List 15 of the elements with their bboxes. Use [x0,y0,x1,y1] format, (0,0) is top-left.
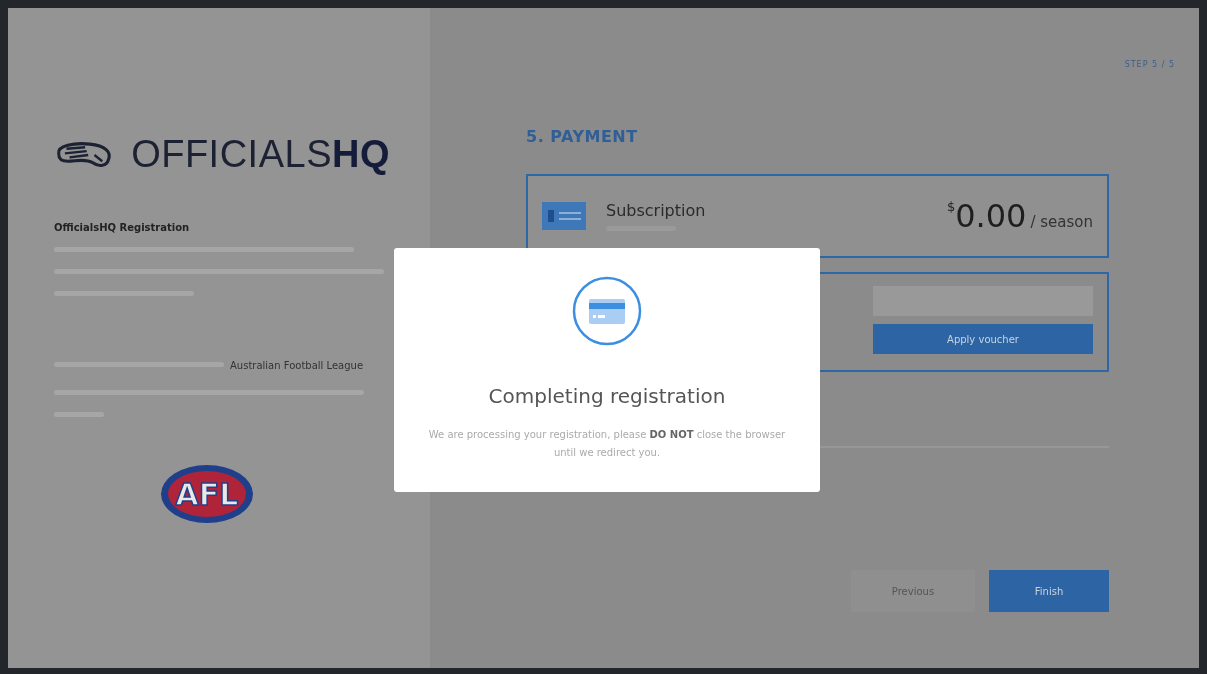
intro-heading: OfficialsHQ Registration [54,222,191,233]
section-title: 5. PAYMENT [526,127,639,146]
apply-voucher-button[interactable]: Apply voucher [873,324,1093,354]
credit-card-icon [572,276,642,346]
modal-title: Completing registration [488,384,726,408]
subscription-name: Subscription [606,201,707,220]
afl-logo: AFL [159,463,255,525]
previous-button[interactable]: Previous [851,570,975,612]
modal-message: We are processing your registration, please DO NOT close the browser until we redirect you. [427,428,787,460]
subscription-price: $0.00/ season [946,197,1093,235]
highlighted-text: Australian Football League [230,360,364,371]
step-indicator: STEP 5 / 5 [1124,60,1175,69]
finish-button[interactable]: Finish [989,570,1109,612]
subscription-icon [542,202,586,230]
brand-wordmark: OFFICIALSHQ [131,133,390,176]
